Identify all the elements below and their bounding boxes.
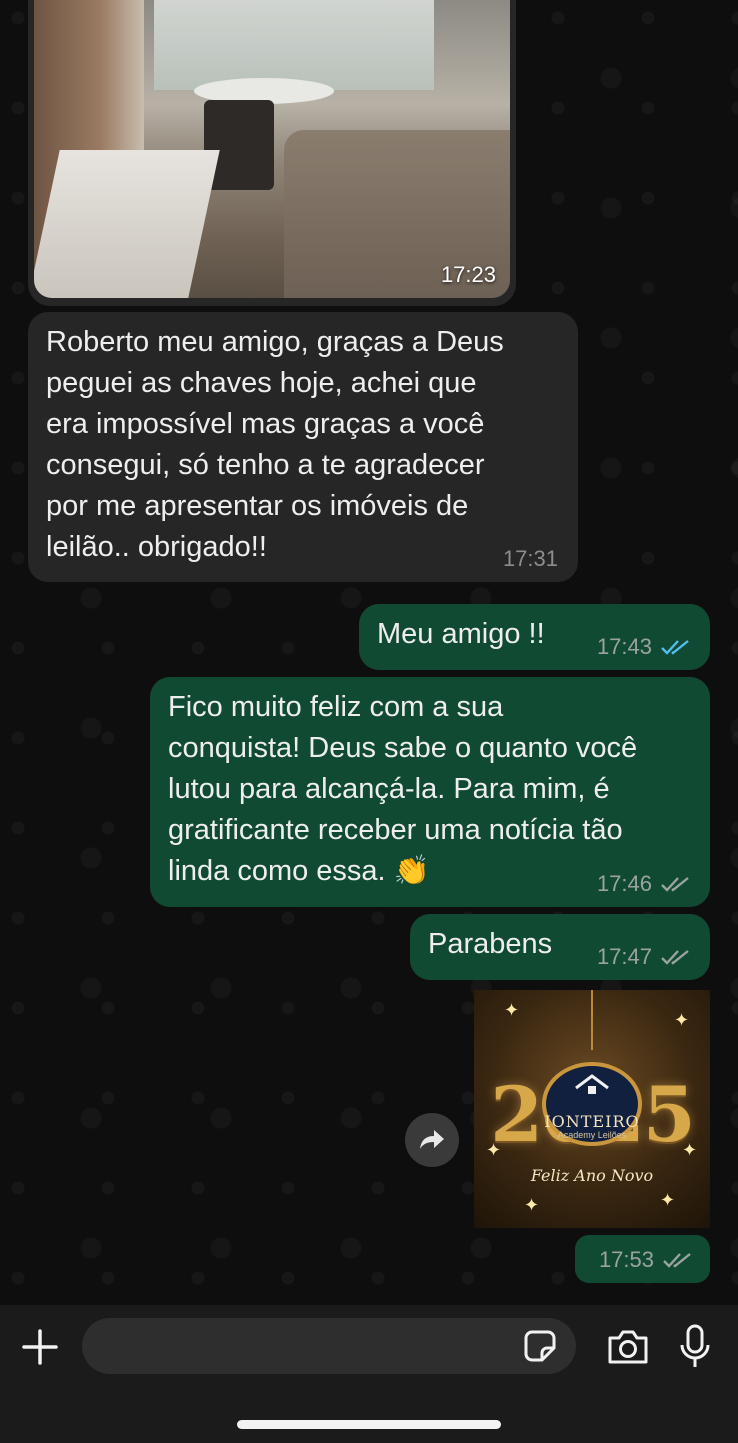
message-text: Roberto meu amigo, graças a Deus peguei … [46,326,504,563]
forward-icon [420,1130,444,1149]
image-caption-meta: 17:53 [575,1235,710,1283]
message-input-bar [0,1305,738,1443]
chat-background: 17:23 Roberto meu amigo, graças a Deus p… [0,0,738,1305]
outgoing-text-message[interactable]: Fico muito feliz com a sua conquista! De… [150,677,710,907]
card-subtitle: Academy Leilões [557,1130,627,1140]
plus-icon[interactable] [20,1327,60,1367]
apartment-photo[interactable]: 17:23 [34,0,510,298]
microphone-icon[interactable] [678,1323,712,1371]
delivered-ticks-icon [661,877,689,892]
message-time: 17:46 [596,871,652,896]
message-time: 17:23 [440,262,496,287]
read-ticks-icon [661,640,689,655]
card-greeting: Feliz Ano Novo [530,1166,654,1185]
house-icon [575,1074,609,1094]
message-time: 17:47 [596,944,652,969]
outgoing-text-message[interactable]: Meu amigo !! 17:43 [359,604,710,670]
message-time: 17:31 [502,546,558,571]
message-time: 17:43 [596,634,652,659]
camera-icon[interactable] [606,1327,650,1367]
home-indicator [237,1420,501,1429]
new-year-card-image[interactable]: ✦ ✦ ✦ ✦ ✦ ✦ 2025 IONTEIRO Academy Leilõe… [474,990,710,1228]
card-brand: IONTEIRO [544,1112,640,1131]
incoming-photo-message[interactable]: 17:23 [28,0,516,306]
forward-button[interactable] [405,1113,459,1167]
delivered-ticks-icon [661,950,689,965]
message-time: 17:53 [598,1247,654,1272]
message-input[interactable] [82,1318,576,1374]
outgoing-text-message[interactable]: Parabens 17:47 [410,914,710,980]
sticker-icon[interactable] [523,1329,557,1363]
incoming-text-message[interactable]: Roberto meu amigo, graças a Deus peguei … [28,312,578,582]
delivered-ticks-icon [663,1253,691,1268]
message-text: Fico muito feliz com a sua conquista! De… [168,691,638,887]
